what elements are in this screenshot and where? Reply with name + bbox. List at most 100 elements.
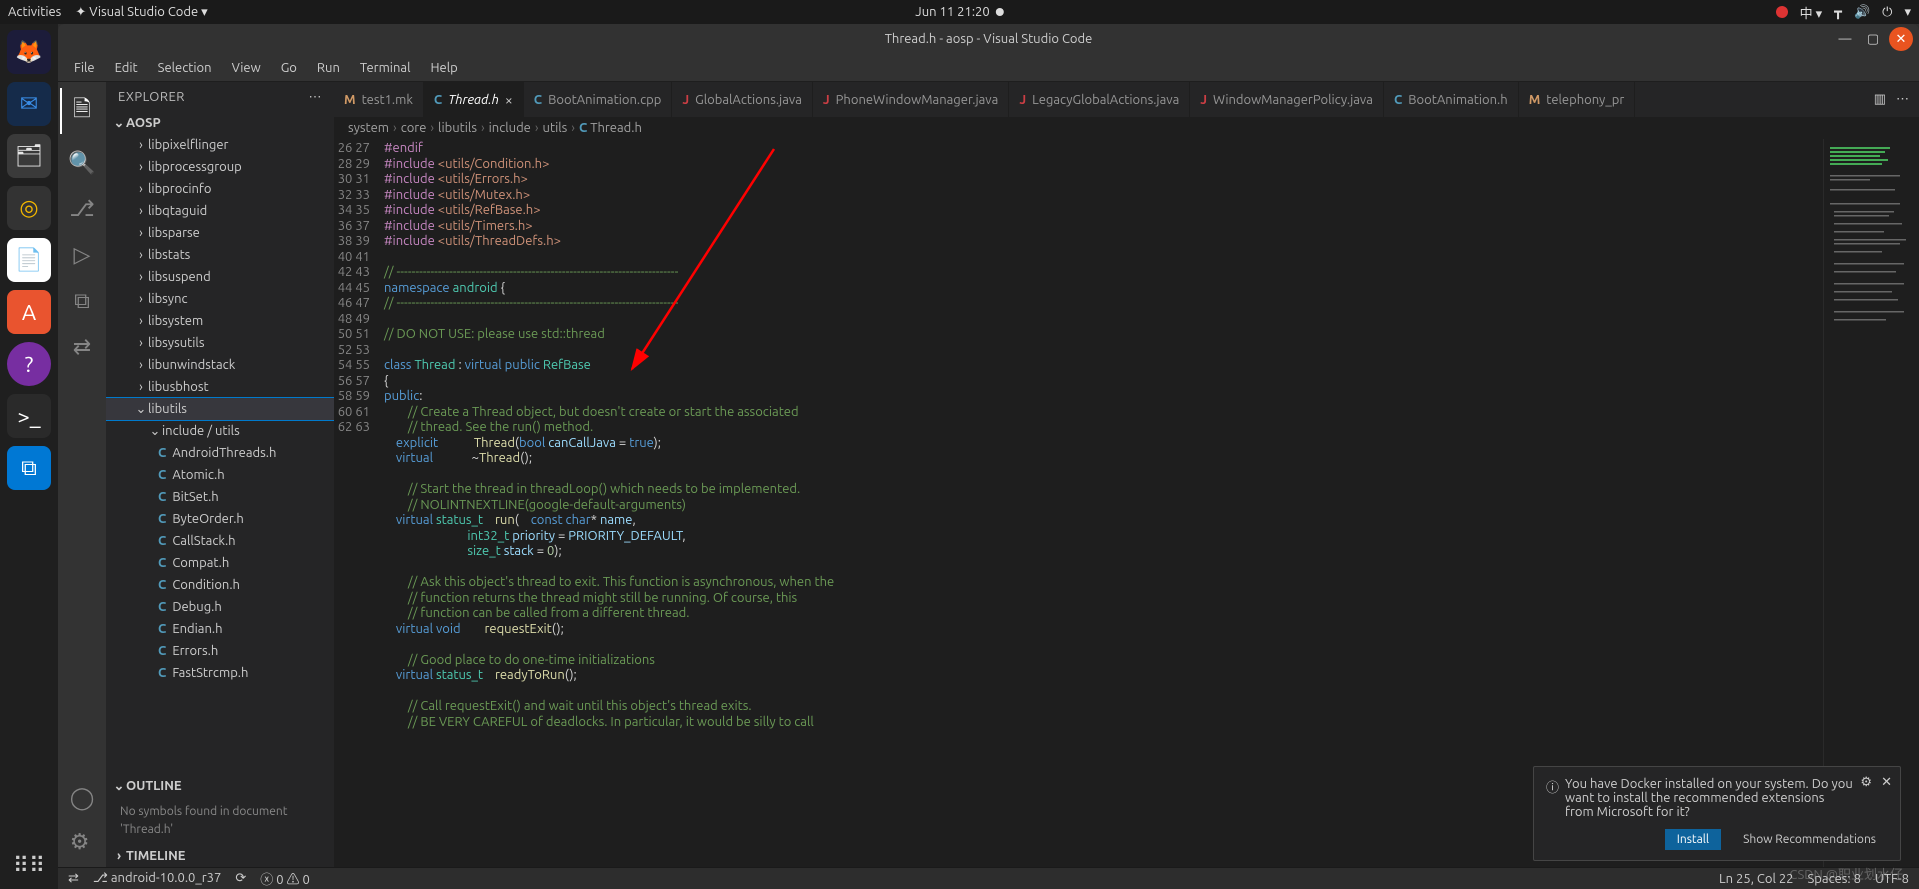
file-item[interactable]: CCompat.h [106, 552, 334, 574]
tab[interactable]: JPhoneWindowManager.java [813, 82, 1009, 117]
breadcrumb-item[interactable]: C Thread.h [579, 121, 642, 135]
gear-icon[interactable]: ⚙ [70, 829, 95, 855]
show-recommendations-button[interactable]: Show Recommendations [1731, 829, 1888, 850]
search-icon[interactable]: 🔍 [68, 150, 95, 176]
folder-item[interactable]: › libusbhost [106, 376, 334, 398]
libreoffice-icon[interactable]: 📄 [7, 238, 51, 282]
file-item[interactable]: CCondition.h [106, 574, 334, 596]
file-item[interactable]: CErrors.h [106, 640, 334, 662]
folder-item[interactable]: › libsystem [106, 310, 334, 332]
account-icon[interactable]: ◯ [70, 785, 95, 811]
menu-selection[interactable]: Selection [150, 58, 220, 78]
remote-button[interactable]: ⇄ [68, 871, 79, 886]
folder-item[interactable]: ⌄ libutils [106, 398, 334, 420]
network-icon[interactable]: ┳ [1834, 5, 1842, 20]
chevron-down-icon[interactable]: ▾ [1904, 5, 1911, 20]
install-button[interactable]: Install [1665, 829, 1721, 850]
menu-help[interactable]: Help [422, 58, 465, 78]
terminal-icon[interactable]: >_ [7, 394, 51, 438]
help-icon[interactable]: ? [7, 342, 51, 386]
power-icon[interactable]: ⏻ [1882, 5, 1892, 20]
activities-button[interactable]: Activities [8, 5, 61, 19]
menu-view[interactable]: View [224, 58, 269, 78]
firefox-icon[interactable]: 🦊 [7, 30, 51, 74]
sidebar-project[interactable]: ⌄AOSP [106, 112, 334, 134]
source-control-icon[interactable]: ⎇ [69, 196, 94, 222]
folder-item[interactable]: › libqtaguid [106, 200, 334, 222]
tab[interactable]: JGlobalActions.java [672, 82, 813, 117]
folder-item[interactable]: › libstats [106, 244, 334, 266]
breadcrumb[interactable]: system›core›libutils›include›utils›C Thr… [334, 117, 1919, 139]
tab[interactable]: CThread.h× [424, 82, 524, 117]
file-item[interactable]: CByteOrder.h [106, 508, 334, 530]
vscode-icon[interactable]: ⧉ [7, 446, 51, 490]
files-icon[interactable]: 🗂 [7, 134, 51, 178]
tab[interactable]: Mtelephony_pr [1519, 82, 1636, 117]
folder-item[interactable]: ⌄ include / utils [106, 420, 334, 442]
menu-terminal[interactable]: Terminal [352, 58, 419, 78]
tab[interactable]: Mtest1.mk [334, 82, 424, 117]
run-debug-icon[interactable]: ▷ [74, 242, 91, 268]
split-icon[interactable]: ▥ [1874, 92, 1886, 107]
code-content[interactable]: #endif #include <utils/Condition.h> #inc… [384, 139, 1823, 867]
language-indicator[interactable]: 中 ▾ [1800, 3, 1823, 22]
status-red-icon[interactable] [1776, 6, 1788, 18]
file-item[interactable]: CDebug.h [106, 596, 334, 618]
breadcrumb-item[interactable]: core [401, 121, 427, 135]
file-item[interactable]: CCallStack.h [106, 530, 334, 552]
close-icon[interactable]: ✕ [1881, 775, 1892, 790]
folder-item[interactable]: › libsysutils [106, 332, 334, 354]
close-button[interactable]: ✕ [1889, 27, 1913, 51]
outline-section[interactable]: ⌄OUTLINE [106, 775, 334, 797]
timeline-section[interactable]: ›TIMELINE [106, 845, 334, 867]
folder-item[interactable]: › libsync [106, 288, 334, 310]
close-icon[interactable]: × [505, 92, 513, 108]
breadcrumb-item[interactable]: utils [543, 121, 568, 135]
extensions-icon[interactable]: ⧉ [74, 288, 90, 314]
maximize-button[interactable]: ▢ [1861, 27, 1885, 51]
menu-run[interactable]: Run [309, 58, 348, 78]
rhythmbox-icon[interactable]: ◎ [7, 186, 51, 230]
clock[interactable]: Jun 11 21:20 [915, 5, 989, 19]
more-icon[interactable]: ⋯ [309, 90, 323, 105]
volume-icon[interactable]: 🔊 [1854, 5, 1870, 20]
explorer-icon[interactable]: 🗎 [73, 92, 91, 130]
sync-icon[interactable]: ⟳ [235, 871, 246, 886]
cursor-position[interactable]: Ln 25, Col 22 [1719, 872, 1793, 886]
folder-item[interactable]: › libunwindstack [106, 354, 334, 376]
minimize-button[interactable]: — [1833, 27, 1857, 51]
tab[interactable]: CBootAnimation.cpp [524, 82, 673, 117]
annotation-arrow-icon [614, 139, 794, 389]
app-grid-icon[interactable]: ⠿⠿ [13, 853, 45, 879]
breadcrumb-item[interactable]: include [489, 121, 531, 135]
tab[interactable]: JLegacyGlobalActions.java [1009, 82, 1190, 117]
breadcrumb-item[interactable]: system [348, 121, 389, 135]
minimap[interactable] [1823, 139, 1919, 867]
problems[interactable]: ⓧ 0 ⚠ 0 [260, 869, 310, 888]
remote-icon[interactable]: ⇄ [73, 334, 91, 360]
file-tree[interactable]: › libpixelflinger› libprocessgroup› libp… [106, 134, 334, 775]
folder-item[interactable]: › libsuspend [106, 266, 334, 288]
menu-file[interactable]: File [66, 58, 103, 78]
gear-icon[interactable]: ⚙ [1860, 775, 1872, 790]
code-editor[interactable]: 26 27 28 29 30 31 32 33 34 35 36 37 38 3… [334, 139, 1919, 867]
file-item[interactable]: CAndroidThreads.h [106, 442, 334, 464]
folder-item[interactable]: › libprocinfo [106, 178, 334, 200]
breadcrumb-item[interactable]: libutils [438, 121, 477, 135]
thunderbird-icon[interactable]: ✉ [7, 82, 51, 126]
tab[interactable]: JWindowManagerPolicy.java [1190, 82, 1384, 117]
file-item[interactable]: CFastStrcmp.h [106, 662, 334, 684]
file-item[interactable]: CEndian.h [106, 618, 334, 640]
file-item[interactable]: CAtomic.h [106, 464, 334, 486]
folder-item[interactable]: › libprocessgroup [106, 156, 334, 178]
git-branch[interactable]: ⎇ android-10.0.0_r37 [93, 871, 221, 886]
menu-edit[interactable]: Edit [107, 58, 146, 78]
menu-go[interactable]: Go [273, 58, 305, 78]
more-icon[interactable]: ⋯ [1896, 92, 1909, 107]
app-indicator[interactable]: ✦ Visual Studio Code ▾ [75, 5, 207, 20]
folder-item[interactable]: › libsparse [106, 222, 334, 244]
folder-item[interactable]: › libpixelflinger [106, 134, 334, 156]
software-icon[interactable]: A [7, 290, 51, 334]
file-item[interactable]: CBitSet.h [106, 486, 334, 508]
tab[interactable]: CBootAnimation.h [1384, 82, 1519, 117]
